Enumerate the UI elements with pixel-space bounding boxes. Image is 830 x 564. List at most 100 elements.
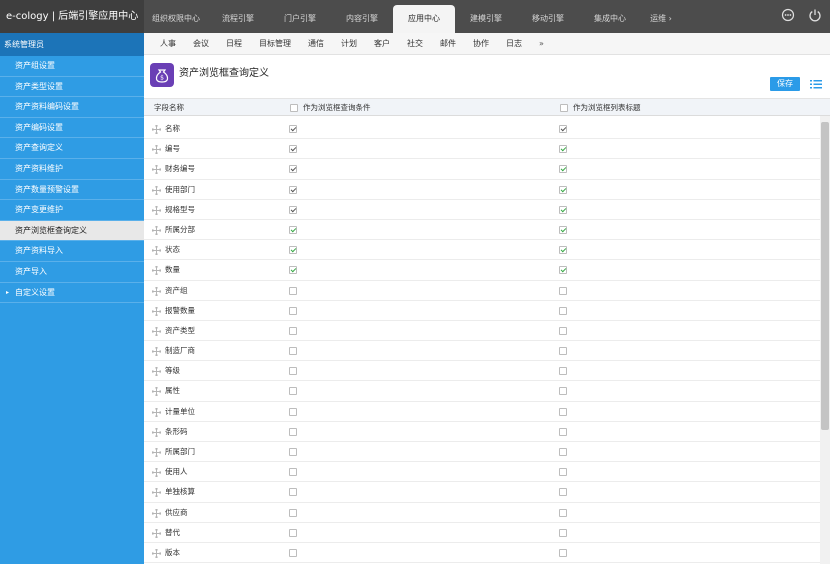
topnav-item[interactable]: 流程引擎 — [207, 5, 269, 33]
query-checkbox[interactable] — [289, 225, 297, 234]
title-checkbox[interactable] — [559, 427, 567, 436]
query-checkbox[interactable] — [289, 266, 297, 275]
query-checkbox[interactable] — [289, 387, 297, 396]
title-checkbox[interactable] — [559, 468, 567, 477]
list-icon[interactable] — [810, 78, 822, 90]
title-checkbox[interactable] — [559, 165, 567, 174]
query-checkbox[interactable] — [289, 145, 297, 154]
sidebar-item[interactable]: 资产资料编码设置 — [0, 97, 144, 118]
query-checkbox[interactable] — [289, 246, 297, 255]
drag-handle-icon[interactable] — [151, 407, 162, 418]
drag-handle-icon[interactable] — [151, 184, 162, 196]
scrollbar[interactable] — [820, 116, 830, 564]
module-tab[interactable]: 邮件 — [440, 33, 456, 54]
drag-handle-icon[interactable] — [151, 427, 162, 438]
title-checkbox[interactable] — [559, 407, 567, 416]
sidebar-item[interactable]: 资产组设置 — [0, 56, 144, 77]
title-checkbox[interactable] — [559, 548, 567, 557]
sidebar-item[interactable]: 资产编码设置 — [0, 118, 144, 139]
drag-handle-icon[interactable] — [151, 487, 162, 498]
query-checkbox[interactable] — [289, 427, 297, 436]
query-checkbox[interactable] — [289, 548, 297, 557]
drag-handle-icon[interactable] — [151, 265, 162, 276]
title-checkbox[interactable] — [559, 185, 567, 194]
title-checkbox[interactable] — [559, 125, 567, 133]
drag-handle-icon[interactable] — [151, 366, 162, 377]
drag-handle-icon[interactable] — [151, 467, 162, 478]
title-checkbox[interactable] — [559, 387, 567, 396]
drag-handle-icon[interactable] — [151, 285, 162, 297]
query-checkbox[interactable] — [289, 407, 297, 416]
sidebar-item[interactable]: 资产数量预警设置 — [0, 180, 144, 201]
sidebar-item[interactable]: 资产导入 — [0, 262, 144, 283]
drag-handle-icon[interactable] — [151, 205, 162, 216]
topnav-item[interactable]: 门户引擎 — [269, 5, 331, 33]
query-checkbox[interactable] — [289, 508, 297, 517]
topnav-item[interactable]: 移动引擎 — [517, 5, 579, 33]
drag-handle-icon[interactable] — [151, 528, 162, 539]
query-checkbox[interactable] — [289, 326, 297, 335]
module-tab[interactable]: 计划 — [341, 33, 357, 54]
help-icon[interactable] — [781, 8, 795, 22]
topnav-item[interactable]: 建模引擎 — [455, 5, 517, 33]
title-checkbox[interactable] — [559, 326, 567, 335]
query-checkbox[interactable] — [289, 448, 297, 456]
more-tabs-icon[interactable]: » — [539, 33, 544, 54]
sidebar-item[interactable]: 资产查询定义 — [0, 138, 144, 159]
sidebar-item[interactable]: 资产资料导入 — [0, 241, 144, 262]
title-checkbox[interactable] — [559, 528, 567, 537]
drag-handle-icon[interactable] — [151, 124, 162, 135]
sidebar-item[interactable]: ▸ 自定义设置 — [0, 283, 144, 304]
title-checkbox[interactable] — [559, 205, 567, 214]
title-checkbox[interactable] — [559, 145, 567, 154]
title-checkbox[interactable] — [559, 286, 567, 295]
module-tab[interactable]: 社交 — [407, 33, 423, 54]
sidebar-item[interactable]: 资产类型设置 — [0, 77, 144, 98]
title-checkbox[interactable] — [559, 508, 567, 517]
query-checkbox[interactable] — [289, 286, 297, 295]
title-checkbox[interactable] — [559, 367, 567, 376]
drag-handle-icon[interactable] — [151, 346, 162, 357]
select-all-title-checkbox[interactable] — [560, 103, 568, 112]
query-checkbox[interactable] — [289, 125, 297, 133]
topnav-item[interactable]: 应用中心 — [393, 5, 455, 33]
drag-handle-icon[interactable] — [151, 548, 162, 559]
query-checkbox[interactable] — [289, 306, 297, 315]
query-checkbox[interactable] — [289, 488, 297, 497]
power-icon[interactable] — [808, 8, 822, 22]
module-tab[interactable]: 日志 — [506, 33, 522, 54]
title-checkbox[interactable] — [559, 266, 567, 275]
module-tab[interactable]: 通信 — [308, 33, 324, 54]
query-checkbox[interactable] — [289, 347, 297, 356]
sidebar-item[interactable]: 资产资料维护 — [0, 159, 144, 180]
module-tab[interactable]: 目标管理 — [259, 33, 291, 54]
title-checkbox[interactable] — [559, 347, 567, 356]
topnav-item[interactable]: 组织权限中心 — [145, 5, 207, 33]
drag-handle-icon[interactable] — [151, 164, 162, 175]
drag-handle-icon[interactable] — [151, 225, 162, 236]
drag-handle-icon[interactable] — [151, 326, 162, 337]
drag-handle-icon[interactable] — [151, 306, 162, 317]
drag-handle-icon[interactable] — [151, 386, 162, 398]
drag-handle-icon[interactable] — [151, 507, 162, 519]
module-tab[interactable]: 客户 — [374, 33, 390, 54]
module-tab[interactable]: 协作 — [473, 33, 489, 54]
drag-handle-icon[interactable] — [151, 245, 162, 256]
scrollbar-thumb[interactable] — [821, 122, 829, 430]
title-checkbox[interactable] — [559, 246, 567, 255]
select-all-query-checkbox[interactable] — [290, 103, 298, 112]
drag-handle-icon[interactable] — [151, 144, 162, 155]
topnav-item[interactable]: 内容引擎 — [331, 5, 393, 33]
save-button[interactable]: 保存 — [770, 77, 800, 91]
query-checkbox[interactable] — [289, 165, 297, 174]
query-checkbox[interactable] — [289, 468, 297, 477]
query-checkbox[interactable] — [289, 185, 297, 194]
topnav-item[interactable]: 集成中心 — [579, 5, 641, 33]
sidebar-item[interactable]: 资产浏览框查询定义 — [0, 220, 144, 242]
title-checkbox[interactable] — [559, 448, 567, 456]
module-tab[interactable]: 日程 — [226, 33, 242, 54]
title-checkbox[interactable] — [559, 306, 567, 315]
title-checkbox[interactable] — [559, 488, 567, 497]
sidebar-item[interactable]: 资产变更维护 — [0, 200, 144, 221]
query-checkbox[interactable] — [289, 367, 297, 376]
